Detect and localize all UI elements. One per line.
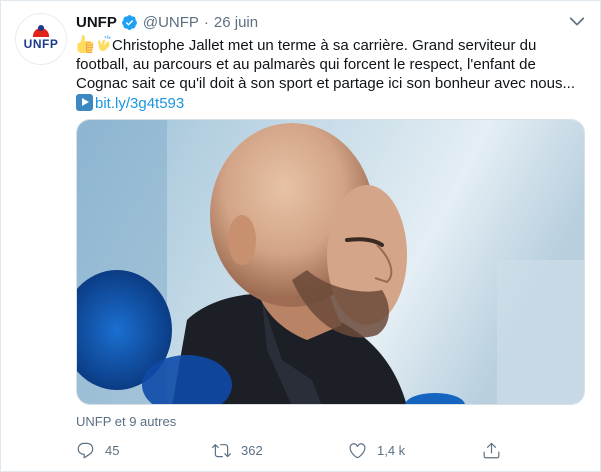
photo-image: [77, 120, 584, 404]
like-count: 1,4 k: [377, 442, 406, 458]
chevron-down-icon[interactable]: [567, 11, 587, 31]
tweet-text: Christophe Jallet met un terme à sa carr…: [76, 35, 586, 113]
thumbs-up-emoji-icon: [77, 35, 94, 53]
avatar-logo-text: UNFP: [23, 37, 59, 51]
share-action[interactable]: [482, 439, 511, 461]
like-icon[interactable]: [348, 441, 367, 460]
avatar[interactable]: UNFP: [15, 13, 67, 65]
reply-action[interactable]: 45: [76, 439, 119, 461]
retweet-count: 362: [241, 442, 263, 458]
retweet-icon[interactable]: [212, 441, 231, 460]
tweet-date[interactable]: 26 juin: [214, 14, 258, 31]
reply-count: 45: [105, 442, 120, 458]
separator-dot: ·: [203, 13, 209, 31]
football-logo-icon: [33, 25, 49, 37]
liked-by-text[interactable]: UNFP et 9 autres: [76, 414, 176, 429]
tweet-text-line-2: football, au parcours et au palmarès qui…: [76, 55, 536, 73]
share-icon[interactable]: [482, 441, 501, 460]
tweet-actions: 45 362 1,4 k: [76, 439, 506, 463]
verified-badge-icon: [121, 14, 137, 30]
retweet-action[interactable]: 362: [212, 439, 263, 461]
reply-icon[interactable]: [76, 441, 95, 460]
tweet-text-line-1: Christophe Jallet met un terme à sa carr…: [112, 37, 537, 54]
author-name[interactable]: UNFP: [76, 14, 117, 31]
tweet-text-line-3: Cognac sait ce qu'il doit à son sport et…: [76, 75, 575, 92]
tweet-card[interactable]: UNFP UNFP @UNFP · 26 juin Christophe Jal…: [0, 0, 601, 472]
tweet-link[interactable]: bit.ly/3g4t593: [95, 95, 184, 112]
play-button-emoji-icon: [76, 93, 93, 111]
tweet-header: UNFP @UNFP · 26 juin: [76, 12, 258, 32]
like-action[interactable]: 1,4 k: [348, 439, 405, 461]
author-handle[interactable]: @UNFP: [143, 14, 199, 31]
tweet-media-photo[interactable]: [76, 119, 585, 405]
clapping-hands-emoji-icon: [98, 35, 111, 51]
